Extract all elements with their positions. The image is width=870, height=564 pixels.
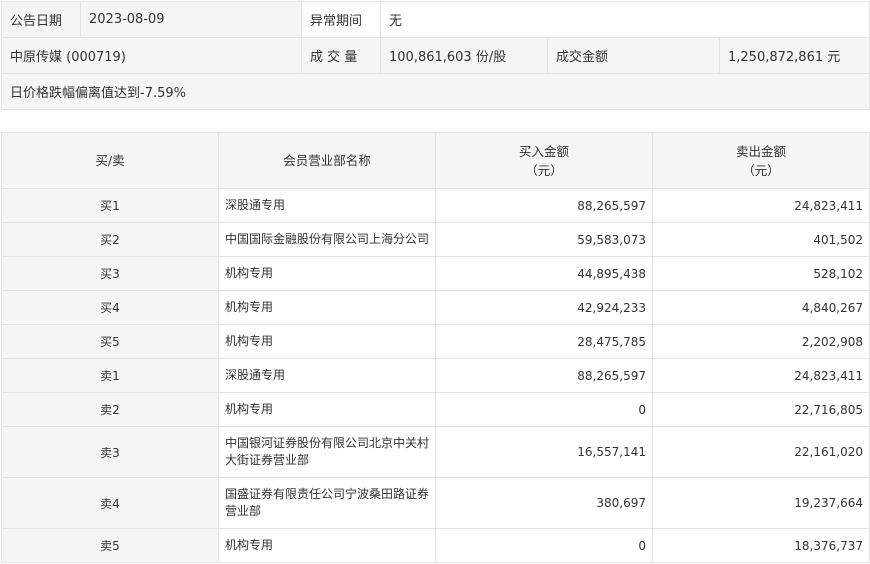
row-sell-amount: 18,376,737 bbox=[652, 528, 870, 563]
listing-reason: 日价格跌幅偏离值达到-7.59% bbox=[0, 73, 870, 110]
table-row: 买5 机构专用 28,475,785 2,202,908 bbox=[1, 324, 870, 359]
table-row: 卖1 深股通专用 88,265,597 24,823,411 bbox=[1, 358, 870, 393]
info-row-reason: 日价格跌幅偏离值达到-7.59% bbox=[0, 73, 870, 110]
table-row: 卖4 国盛证券有限责任公司宁波桑田路证券营业部 380,697 19,237,6… bbox=[1, 477, 870, 529]
row-side: 卖1 bbox=[1, 358, 219, 393]
sell-amount-header-unit: （元） bbox=[742, 162, 780, 178]
volume-label: 成 交 量 bbox=[301, 37, 381, 74]
row-side: 卖2 bbox=[1, 392, 219, 427]
row-buy-amount: 88,265,597 bbox=[435, 358, 653, 393]
row-sell-amount: 22,161,020 bbox=[652, 426, 870, 478]
row-side: 卖5 bbox=[1, 528, 219, 563]
sell-amount-header-line1: 卖出金额 bbox=[735, 143, 786, 159]
row-sell-amount: 19,237,664 bbox=[652, 477, 870, 529]
amount-value: 1,250,872,861 元 bbox=[718, 37, 870, 74]
row-sell-amount: 401,502 bbox=[652, 222, 870, 257]
row-buy-amount: 380,697 bbox=[435, 477, 653, 529]
row-buy-amount: 0 bbox=[435, 392, 653, 427]
row-branch: 机构专用 bbox=[218, 392, 436, 427]
table-row: 卖2 机构专用 0 22,716,805 bbox=[1, 392, 870, 427]
abnormal-period-label: 异常期间 bbox=[301, 1, 381, 38]
row-sell-amount: 2,202,908 bbox=[652, 324, 870, 359]
row-buy-amount: 0 bbox=[435, 528, 653, 563]
row-sell-amount: 528,102 bbox=[652, 256, 870, 291]
row-side: 卖4 bbox=[1, 477, 219, 529]
row-branch: 机构专用 bbox=[218, 324, 436, 359]
info-row-date: 公告日期 2023-08-09 异常期间 无 bbox=[1, 1, 870, 38]
row-side: 买3 bbox=[1, 256, 219, 291]
announce-date-label: 公告日期 bbox=[1, 1, 81, 38]
buy-amount-header-unit: （元） bbox=[525, 162, 563, 178]
table-row: 买3 机构专用 44,895,438 528,102 bbox=[1, 256, 870, 291]
info-row-volume: 中原传媒 (000719) 成 交 量 100,861,603 份/股 成交金额… bbox=[1, 37, 870, 74]
row-side: 买4 bbox=[1, 290, 219, 325]
row-side: 买2 bbox=[1, 222, 219, 257]
table-row: 买1 深股通专用 88,265,597 24,823,411 bbox=[1, 188, 870, 223]
row-buy-amount: 88,265,597 bbox=[435, 188, 653, 223]
table-row: 买2 中国国际金融股份有限公司上海分公司 59,583,073 401,502 bbox=[1, 222, 870, 257]
row-branch: 机构专用 bbox=[218, 528, 436, 563]
sell-amount-header: 卖出金额 （元） bbox=[652, 132, 870, 189]
branch-header: 会员营业部名称 bbox=[218, 132, 436, 189]
row-side: 卖3 bbox=[1, 426, 219, 478]
volume-value: 100,861,603 份/股 bbox=[380, 37, 548, 74]
row-buy-amount: 44,895,438 bbox=[435, 256, 653, 291]
announce-date-value: 2023-08-09 bbox=[80, 1, 302, 38]
table-row: 卖5 机构专用 0 18,376,737 bbox=[1, 528, 870, 563]
row-side: 买1 bbox=[1, 188, 219, 223]
row-side: 买5 bbox=[1, 324, 219, 359]
row-buy-amount: 28,475,785 bbox=[435, 324, 653, 359]
broker-trades-table: 买/卖 会员营业部名称 买入金额 （元） 卖出金额 （元） 买1 深股通专用 8… bbox=[1, 132, 870, 563]
row-branch: 国盛证券有限责任公司宁波桑田路证券营业部 bbox=[218, 477, 436, 529]
row-branch: 机构专用 bbox=[218, 290, 436, 325]
buy-amount-header-line1: 买入金额 bbox=[518, 143, 569, 159]
row-sell-amount: 4,840,267 bbox=[652, 290, 870, 325]
row-branch: 中国银河证券股份有限公司北京中关村大街证券营业部 bbox=[218, 426, 436, 478]
row-sell-amount: 24,823,411 bbox=[652, 188, 870, 223]
row-sell-amount: 24,823,411 bbox=[652, 358, 870, 393]
row-branch: 中国国际金融股份有限公司上海分公司 bbox=[218, 222, 436, 257]
stock-name: 中原传媒 (000719) bbox=[1, 37, 302, 74]
announcement-info-table: 公告日期 2023-08-09 异常期间 无 中原传媒 (000719) 成 交… bbox=[0, 1, 870, 110]
table-row: 买4 机构专用 42,924,233 4,840,267 bbox=[1, 290, 870, 325]
row-buy-amount: 42,924,233 bbox=[435, 290, 653, 325]
row-branch: 深股通专用 bbox=[218, 358, 436, 393]
row-branch: 机构专用 bbox=[218, 256, 436, 291]
table-row: 卖3 中国银河证券股份有限公司北京中关村大街证券营业部 16,557,141 2… bbox=[1, 426, 870, 478]
buy-amount-header: 买入金额 （元） bbox=[435, 132, 653, 189]
row-buy-amount: 16,557,141 bbox=[435, 426, 653, 478]
row-branch: 深股通专用 bbox=[218, 188, 436, 223]
table-header-row: 买/卖 会员营业部名称 买入金额 （元） 卖出金额 （元） bbox=[1, 132, 870, 189]
row-buy-amount: 59,583,073 bbox=[435, 222, 653, 257]
abnormal-period-value: 无 bbox=[379, 1, 870, 38]
amount-label: 成交金额 bbox=[547, 37, 720, 74]
row-sell-amount: 22,716,805 bbox=[652, 392, 870, 427]
side-header: 买/卖 bbox=[1, 132, 219, 189]
